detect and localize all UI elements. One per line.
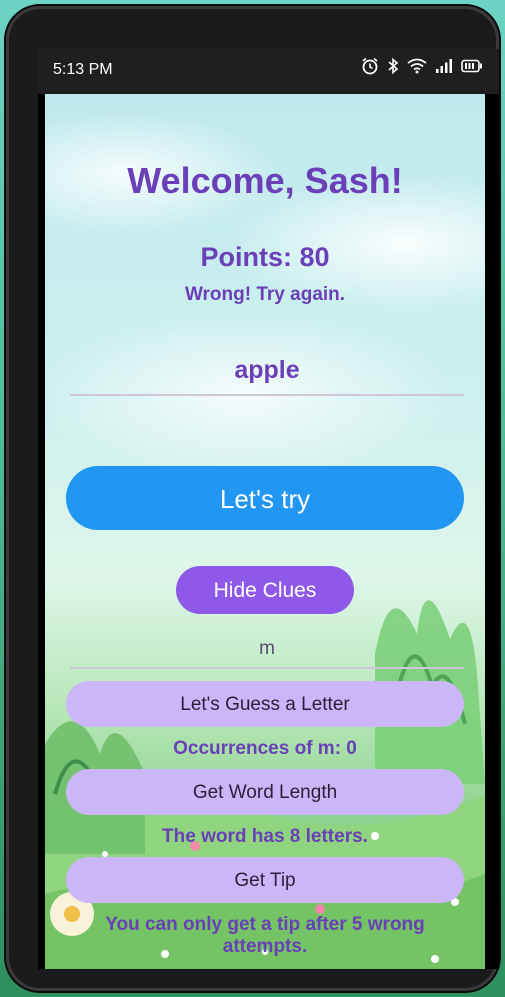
- guess-letter-button[interactable]: Let's Guess a Letter: [66, 681, 464, 727]
- bluetooth-icon: [388, 57, 399, 75]
- alarm-icon: [362, 57, 378, 75]
- status-time: 5:13 PM: [53, 61, 113, 78]
- phone-frame: 5:13 PM Welcome, Sash! Points: 80 Wrong!…: [6, 6, 499, 991]
- occurrences-text: Occurrences of m: 0: [173, 738, 357, 759]
- word-guess-input[interactable]: [70, 346, 464, 396]
- game-screen: Welcome, Sash! Points: 80 Wrong! Try aga…: [45, 94, 485, 969]
- battery-icon: [461, 59, 482, 73]
- get-tip-button[interactable]: Get Tip: [66, 857, 464, 903]
- word-length-button[interactable]: Get Word Length: [66, 769, 464, 815]
- status-bar: 5:13 PM: [38, 49, 499, 94]
- word-length-text: The word has 8 letters.: [162, 826, 368, 847]
- phone-screen: 5:13 PM Welcome, Sash! Points: 80 Wrong!…: [38, 49, 499, 969]
- points-label: Points: 80: [200, 242, 330, 272]
- tip-text: You can only get a tip after 5 wrong att…: [105, 914, 425, 957]
- status-icons: [361, 57, 483, 75]
- wifi-icon: [407, 58, 427, 74]
- letter-guess-input[interactable]: [70, 631, 464, 669]
- welcome-title: Welcome, Sash!: [127, 160, 403, 201]
- feedback-message: Wrong! Try again.: [184, 284, 346, 305]
- signal-icon: [436, 59, 452, 73]
- try-button[interactable]: Let's try: [66, 466, 464, 530]
- hide-clues-button[interactable]: Hide Clues: [176, 566, 354, 614]
